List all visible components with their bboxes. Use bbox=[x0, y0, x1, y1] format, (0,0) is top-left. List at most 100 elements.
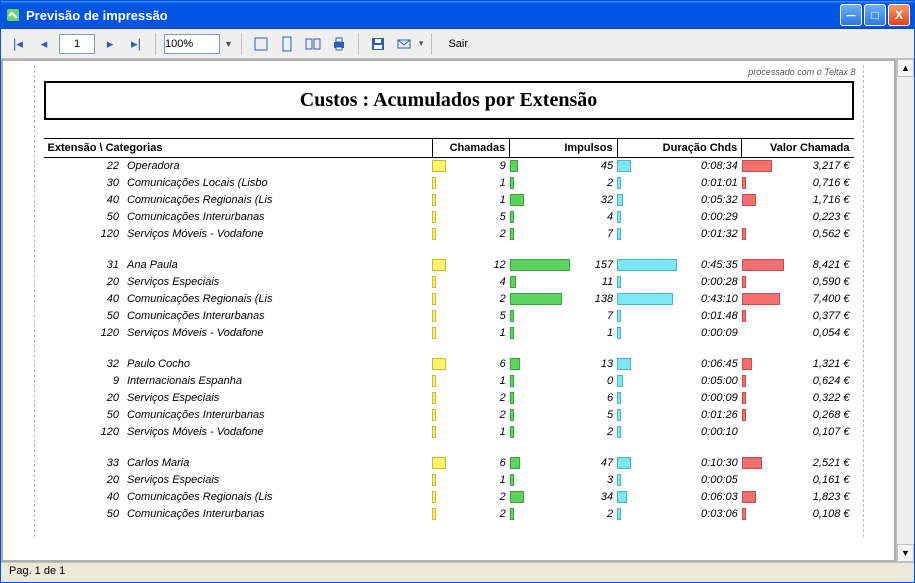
cell-value: 2 bbox=[607, 426, 613, 438]
cell-value: 9 bbox=[500, 160, 506, 172]
row-name: Internacionais Espanha bbox=[123, 373, 432, 390]
cell-value: 5 bbox=[607, 409, 613, 421]
cell-value: 7 bbox=[607, 228, 613, 240]
vertical-scrollbar[interactable]: ▲ ▼ bbox=[896, 59, 914, 562]
cell-value: 8,421 € bbox=[813, 259, 850, 271]
header-impulsos: Impulsos bbox=[510, 139, 617, 158]
row-id: 9 bbox=[44, 373, 123, 390]
detail-row: 9 Internacionais Espanha 1 0 0:05:00 0,6… bbox=[44, 373, 854, 390]
row-id: 120 bbox=[44, 424, 123, 441]
group-name: Ana Paula bbox=[123, 257, 432, 274]
cell-value: 138 bbox=[595, 293, 613, 305]
row-id: 50 bbox=[44, 407, 123, 424]
group-id: 31 bbox=[44, 257, 123, 274]
email-button[interactable] bbox=[393, 33, 415, 55]
cell-value: 3 bbox=[607, 474, 613, 486]
cell-value: 0:00:28 bbox=[701, 276, 738, 288]
group-spacer bbox=[44, 523, 854, 537]
report-page: processado com o Teltax 8 Custos : Acumu… bbox=[34, 65, 864, 537]
row-id: 30 bbox=[44, 175, 123, 192]
two-pages-button[interactable] bbox=[302, 33, 324, 55]
group-row: 31 Ana Paula 12 157 0:45:35 8,421 € bbox=[44, 257, 854, 274]
toolbar: |◂ ◂ ▸ ▸| ▼ ▾ Sair bbox=[1, 29, 914, 59]
row-id: 40 bbox=[44, 192, 123, 209]
cell-value: 12 bbox=[493, 259, 505, 271]
row-id: 20 bbox=[44, 274, 123, 291]
cell-value: 0:03:06 bbox=[701, 508, 738, 520]
cell-value: 157 bbox=[595, 259, 613, 271]
row-name: Comunicações Interurbanas bbox=[123, 308, 432, 325]
cell-value: 13 bbox=[601, 358, 613, 370]
cell-value: 0:10:30 bbox=[701, 457, 738, 469]
detail-row: 20 Serviços Especiais 1 3 0:00:05 0,161 … bbox=[44, 472, 854, 489]
minimize-button[interactable]: － bbox=[840, 4, 862, 26]
next-page-button[interactable]: ▸ bbox=[99, 33, 121, 55]
cell-value: 1 bbox=[607, 327, 613, 339]
detail-row: 30 Comunicações Locais (Lisbo 1 2 0:01:0… bbox=[44, 175, 854, 192]
maximize-button[interactable]: □ bbox=[864, 4, 886, 26]
prev-page-button[interactable]: ◂ bbox=[33, 33, 55, 55]
page-viewport[interactable]: processado com o Teltax 8 Custos : Acumu… bbox=[3, 61, 894, 560]
detail-row: 40 Comunicações Regionais (Lis 2 138 0:4… bbox=[44, 291, 854, 308]
detail-row: 120 Serviços Móveis - Vodafone 2 7 0:01:… bbox=[44, 226, 854, 243]
row-name: Serviços Especiais bbox=[123, 390, 432, 407]
row-name: Comunicações Locais (Lisbo bbox=[123, 175, 432, 192]
header-ext-cat: Extensão \ Categorias bbox=[44, 139, 433, 158]
print-button[interactable] bbox=[328, 33, 350, 55]
row-name: Comunicações Interurbanas bbox=[123, 407, 432, 424]
header-chamadas: Chamadas bbox=[432, 139, 509, 158]
group-spacer bbox=[44, 243, 854, 257]
zoom-select[interactable] bbox=[164, 34, 220, 54]
row-name: Comunicações Regionais (Lis bbox=[123, 489, 432, 506]
row-name: Comunicações Interurbanas bbox=[123, 209, 432, 226]
cell-value: 0:08:34 bbox=[701, 160, 738, 172]
group-id: 22 bbox=[44, 158, 123, 175]
detail-row: 40 Comunicações Regionais (Lis 2 34 0:06… bbox=[44, 489, 854, 506]
group-name: Operadora bbox=[123, 158, 432, 175]
save-button[interactable] bbox=[367, 33, 389, 55]
detail-row: 120 Serviços Móveis - Vodafone 1 1 0:00:… bbox=[44, 325, 854, 342]
page-width-button[interactable] bbox=[276, 33, 298, 55]
cell-value: 0:00:09 bbox=[701, 327, 738, 339]
cell-value: 47 bbox=[601, 457, 613, 469]
scroll-up-icon[interactable]: ▲ bbox=[897, 59, 914, 77]
cell-value: 0:00:29 bbox=[701, 211, 738, 223]
dropdown-icon[interactable]: ▼ bbox=[224, 39, 233, 49]
cell-value: 0:43:10 bbox=[701, 293, 738, 305]
exit-button[interactable]: Sair bbox=[440, 36, 476, 52]
row-name: Serviços Móveis - Vodafone bbox=[123, 226, 432, 243]
header-valor: Valor Chamada bbox=[742, 139, 854, 158]
page-number-input[interactable] bbox=[59, 34, 95, 54]
last-page-button[interactable]: ▸| bbox=[125, 33, 147, 55]
cell-value: 4 bbox=[607, 211, 613, 223]
processed-note: processado com o Teltax 8 bbox=[748, 67, 855, 77]
row-name: Comunicações Interurbanas bbox=[123, 506, 432, 523]
email-dropdown-icon[interactable]: ▾ bbox=[419, 38, 424, 49]
window-title: Previsão de impressão bbox=[26, 8, 168, 23]
row-id: 120 bbox=[44, 226, 123, 243]
cell-value: 0:45:35 bbox=[701, 259, 738, 271]
cell-value: 6 bbox=[500, 358, 506, 370]
scroll-track[interactable] bbox=[897, 77, 914, 544]
detail-row: 50 Comunicações Interurbanas 2 2 0:03:06… bbox=[44, 506, 854, 523]
app-icon bbox=[5, 7, 21, 23]
group-row: 22 Operadora 9 45 0:08:34 3,217 € bbox=[44, 158, 854, 175]
row-name: Comunicações Regionais (Lis bbox=[123, 291, 432, 308]
group-name: Carlos Maria bbox=[123, 455, 432, 472]
whole-page-button[interactable] bbox=[250, 33, 272, 55]
row-name: Serviços Especiais bbox=[123, 274, 432, 291]
close-button[interactable]: X bbox=[888, 4, 910, 26]
row-id: 40 bbox=[44, 489, 123, 506]
titlebar: Previsão de impressão － □ X bbox=[1, 1, 914, 29]
cell-value: 0:05:32 bbox=[701, 194, 738, 206]
group-id: 33 bbox=[44, 455, 123, 472]
first-page-button[interactable]: |◂ bbox=[7, 33, 29, 55]
detail-row: 120 Serviços Móveis - Vodafone 1 2 0:00:… bbox=[44, 424, 854, 441]
cell-value: 2,521 € bbox=[813, 457, 850, 469]
cell-value: 45 bbox=[601, 160, 613, 172]
group-spacer bbox=[44, 441, 854, 455]
scroll-down-icon[interactable]: ▼ bbox=[897, 544, 914, 562]
row-id: 50 bbox=[44, 308, 123, 325]
row-id: 50 bbox=[44, 209, 123, 226]
cell-value: 0:01:48 bbox=[701, 310, 738, 322]
